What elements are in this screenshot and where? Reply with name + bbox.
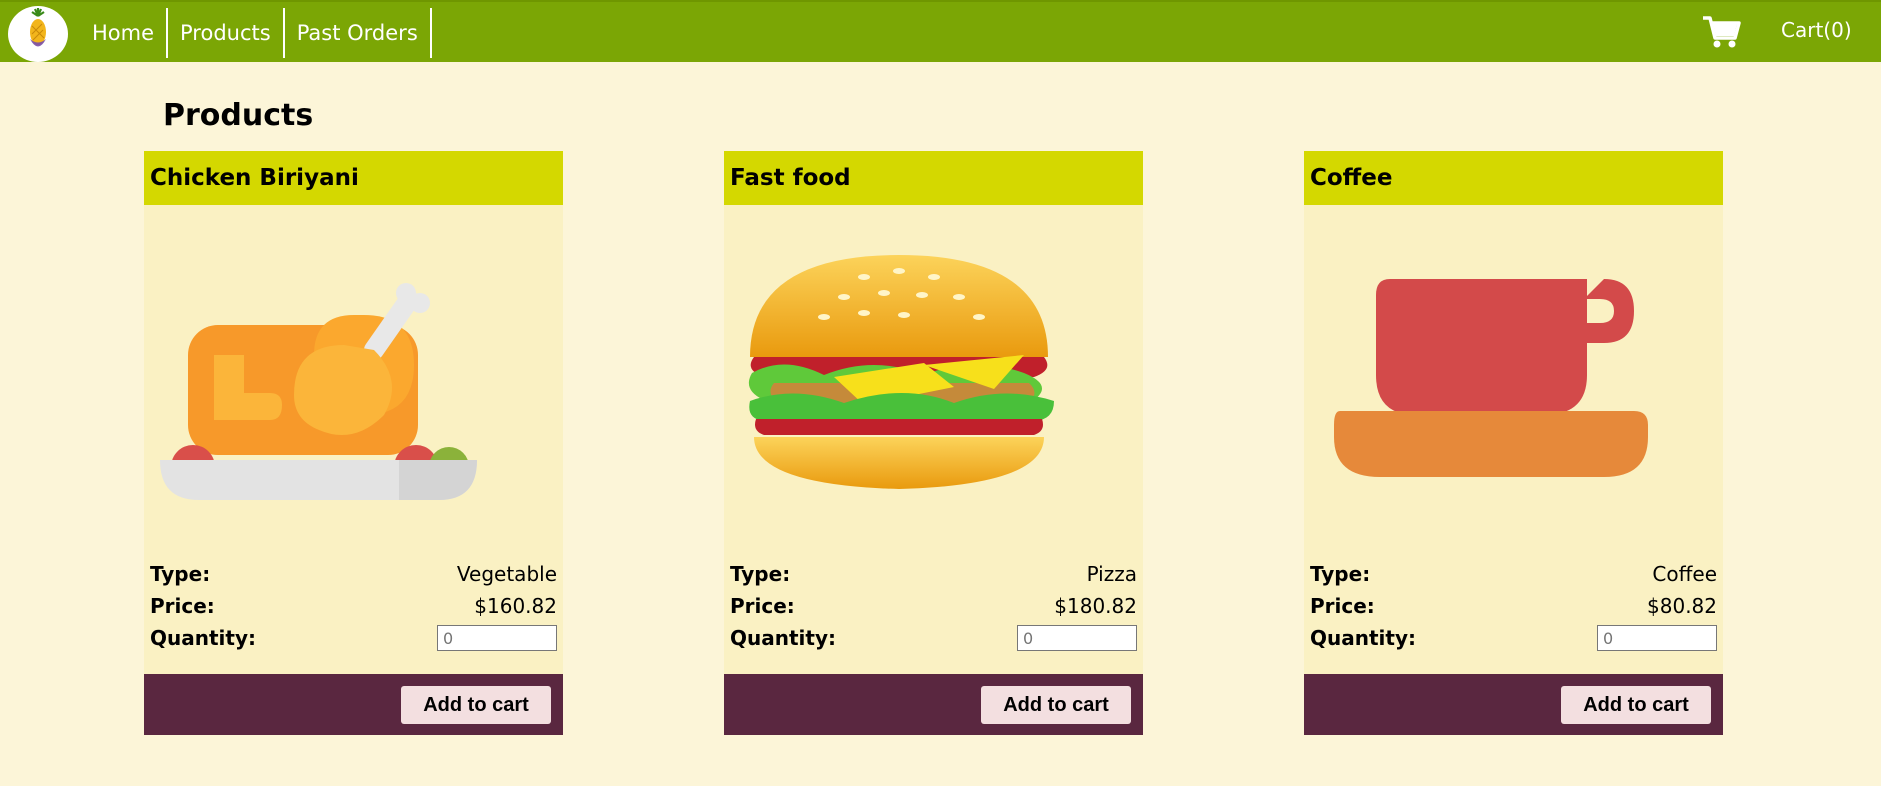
price-row: Price: $180.82 bbox=[730, 590, 1137, 622]
price-row: Price: $80.82 bbox=[1310, 590, 1717, 622]
type-value: Coffee bbox=[1652, 562, 1717, 586]
type-label: Type: bbox=[150, 562, 211, 586]
price-row: Price: $160.82 bbox=[150, 590, 557, 622]
price-label: Price: bbox=[730, 594, 795, 618]
product-details: Type: Vegetable Price: $160.82 Quantity: bbox=[150, 558, 557, 654]
nav-products-link[interactable]: Products bbox=[168, 8, 285, 58]
pineapple-logo-icon[interactable] bbox=[8, 6, 68, 62]
card-footer: Add to cart bbox=[1304, 674, 1723, 735]
add-to-cart-button[interactable]: Add to cart bbox=[401, 686, 551, 724]
product-card: Chicken Biriyani Type: Vegetable Price: … bbox=[144, 151, 563, 735]
price-value: $180.82 bbox=[1054, 594, 1137, 618]
roast-chicken-icon bbox=[144, 205, 563, 545]
add-to-cart-button[interactable]: Add to cart bbox=[1561, 686, 1711, 724]
quantity-label: Quantity: bbox=[1310, 626, 1416, 650]
burger-icon bbox=[724, 205, 1143, 545]
price-label: Price: bbox=[1310, 594, 1375, 618]
type-row: Type: Coffee bbox=[1310, 558, 1717, 590]
shopping-cart-icon[interactable] bbox=[1701, 14, 1741, 50]
type-row: Type: Pizza bbox=[730, 558, 1137, 590]
add-to-cart-button[interactable]: Add to cart bbox=[981, 686, 1131, 724]
type-label: Type: bbox=[730, 562, 791, 586]
quantity-row: Quantity: bbox=[1310, 622, 1717, 654]
navbar: Home Products Past Orders Cart(0) bbox=[0, 0, 1881, 62]
card-footer: Add to cart bbox=[144, 674, 563, 735]
nav-links: Home Products Past Orders bbox=[80, 8, 432, 60]
product-name: Chicken Biriyani bbox=[144, 151, 563, 205]
price-value: $160.82 bbox=[474, 594, 557, 618]
card-footer: Add to cart bbox=[724, 674, 1143, 735]
type-label: Type: bbox=[1310, 562, 1371, 586]
nav-past-orders-link[interactable]: Past Orders bbox=[285, 8, 432, 58]
nav-home-link[interactable]: Home bbox=[80, 8, 169, 58]
price-value: $80.82 bbox=[1647, 594, 1717, 618]
quantity-input[interactable] bbox=[1597, 625, 1717, 651]
cart-link[interactable]: Cart(0) bbox=[1781, 18, 1852, 42]
quantity-label: Quantity: bbox=[730, 626, 836, 650]
product-name: Coffee bbox=[1304, 151, 1723, 205]
price-label: Price: bbox=[150, 594, 215, 618]
quantity-input[interactable] bbox=[437, 625, 557, 651]
product-card: Fast food Type: Pizza Price: $180.82 Qua… bbox=[724, 151, 1143, 735]
type-value: Pizza bbox=[1086, 562, 1137, 586]
product-card: Coffee Type: Coffee Price: $80.82 Quanti… bbox=[1304, 151, 1723, 735]
quantity-input[interactable] bbox=[1017, 625, 1137, 651]
type-value: Vegetable bbox=[456, 562, 557, 586]
type-row: Type: Vegetable bbox=[150, 558, 557, 590]
quantity-row: Quantity: bbox=[150, 622, 557, 654]
product-details: Type: Pizza Price: $180.82 Quantity: bbox=[730, 558, 1137, 654]
quantity-label: Quantity: bbox=[150, 626, 256, 650]
quantity-row: Quantity: bbox=[730, 622, 1137, 654]
coffee-cup-icon bbox=[1304, 205, 1723, 545]
product-name: Fast food bbox=[724, 151, 1143, 205]
product-details: Type: Coffee Price: $80.82 Quantity: bbox=[1310, 558, 1717, 654]
page-title: Products bbox=[163, 98, 314, 133]
